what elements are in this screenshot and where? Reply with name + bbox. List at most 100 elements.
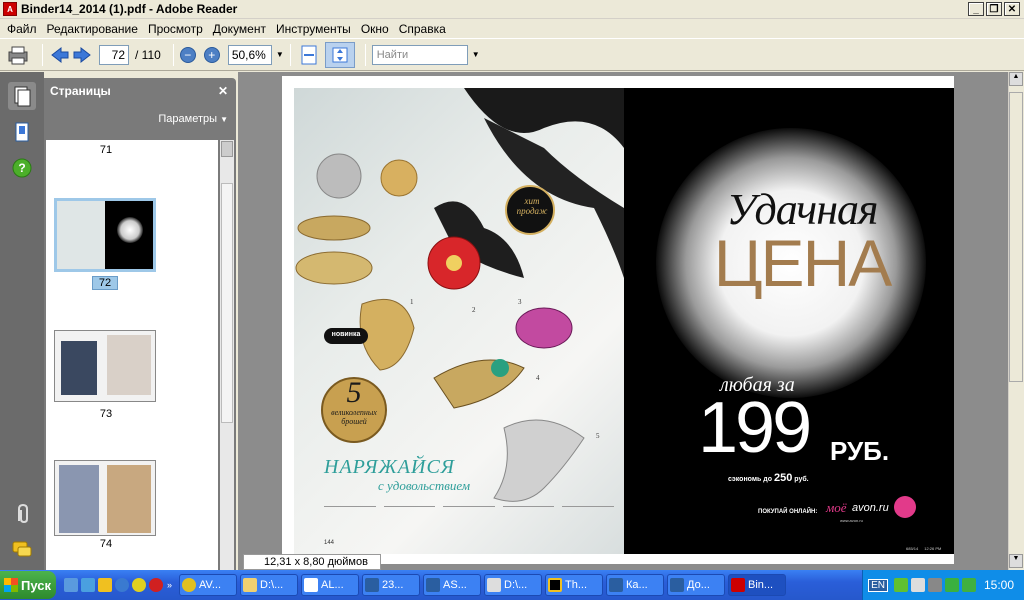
menu-edit[interactable]: Редактирование <box>42 22 143 36</box>
tray-icon[interactable] <box>893 578 908 592</box>
footer-time: 12:26 PM <box>924 546 942 551</box>
savings-value: 250 <box>773 472 793 484</box>
menu-help[interactable]: Справка <box>394 22 451 36</box>
start-label: Пуск <box>21 577 51 593</box>
subline: с удовольствием <box>378 478 471 493</box>
find-input[interactable]: Найти <box>371 44 468 65</box>
help-button[interactable]: ? <box>8 154 36 182</box>
menu-view[interactable]: Просмотр <box>143 22 208 36</box>
document-view[interactable]: 1 2 3 4 5 хит продаж новинка 5 великолеп… <box>238 72 1008 570</box>
folder-icon <box>243 578 258 592</box>
thumbnail-scrollbar[interactable] <box>220 140 234 570</box>
scroll-down-icon[interactable]: ▼ <box>1009 554 1023 568</box>
tray-icon[interactable] <box>944 578 959 592</box>
task-button[interactable]: 23... <box>362 574 421 596</box>
start-button[interactable]: Пуск <box>0 571 56 599</box>
task-label: До... <box>687 579 710 591</box>
thumbnail-page-73[interactable] <box>54 330 156 402</box>
window-title: Binder14_2014 (1).pdf - Adobe Reader <box>21 2 238 16</box>
menu-tools[interactable]: Инструменты <box>271 22 356 36</box>
system-tray: EN 15:00 <box>862 570 1024 600</box>
adobe-reader-icon: A <box>3 2 17 16</box>
close-button[interactable]: ✕ <box>1004 2 1020 16</box>
comment-icon <box>12 541 32 557</box>
zoom-out-button[interactable]: − <box>179 46 196 63</box>
thumbnail-label: 74 <box>99 538 113 550</box>
previous-page-button[interactable] <box>49 44 71 66</box>
attachments-button[interactable] <box>8 500 36 528</box>
thumbnail-page-74[interactable] <box>54 460 156 536</box>
safe-remove-icon[interactable] <box>961 578 976 592</box>
task-label: 23... <box>382 579 404 591</box>
word-icon <box>365 578 380 592</box>
word-icon <box>670 578 685 592</box>
task-button[interactable]: D:\... <box>484 574 543 596</box>
pages-icon <box>14 86 31 107</box>
quicklaunch-icon[interactable] <box>115 578 129 592</box>
minimize-button[interactable]: _ <box>968 2 984 16</box>
fit-width-button[interactable] <box>297 42 321 68</box>
quicklaunch-icon[interactable] <box>98 578 112 592</box>
quicklaunch-icon[interactable] <box>64 578 78 592</box>
zoom-level-input[interactable]: 50,6% <box>227 44 272 65</box>
task-button[interactable]: Th... <box>545 574 604 596</box>
task-button[interactable]: AV... <box>179 574 238 596</box>
restore-button[interactable]: ❐ <box>986 2 1002 16</box>
quicklaunch-icon[interactable] <box>149 578 163 592</box>
thumbnail-list: 71 72 73 74 <box>46 140 218 570</box>
task-button[interactable]: AL... <box>301 574 360 596</box>
item-number: 5 <box>596 432 600 440</box>
app-icon <box>548 578 563 592</box>
item-number: 1 <box>410 298 414 306</box>
quicklaunch-icon[interactable] <box>81 578 95 592</box>
task-button[interactable]: До... <box>667 574 726 596</box>
options-menu[interactable]: Параметры <box>158 113 217 125</box>
task-button[interactable]: D:\... <box>240 574 299 596</box>
language-indicator[interactable]: EN <box>868 578 888 592</box>
title-bar: A Binder14_2014 (1).pdf - Adobe Reader _… <box>0 0 1024 19</box>
count-text: великолепных брошей <box>331 408 377 426</box>
options-dropdown-icon[interactable]: ▼ <box>220 115 228 124</box>
task-button[interactable]: AS... <box>423 574 482 596</box>
fit-window-button[interactable] <box>324 41 355 68</box>
hit-badge: хит продаж <box>516 196 548 216</box>
find-dropdown-icon[interactable]: ▼ <box>472 50 480 59</box>
quicklaunch-icon[interactable] <box>132 578 146 592</box>
thumbnail-label: 73 <box>99 408 113 420</box>
thumbnail-page-72[interactable] <box>54 198 156 272</box>
pages-panel-button[interactable] <box>8 82 36 110</box>
task-label: Bin... <box>748 579 774 591</box>
print-button[interactable] <box>4 42 32 68</box>
page-total: / 110 <box>135 47 161 62</box>
network-icon[interactable] <box>927 578 942 592</box>
scroll-thumb[interactable] <box>1009 92 1023 382</box>
page-size-status: 12,31 x 8,80 дюймов <box>243 554 381 570</box>
expand-icon <box>332 47 348 62</box>
toolbar: 72 / 110 − + 50,6% ▼ Найти ▼ <box>0 38 1024 71</box>
mail-icon[interactable] <box>910 578 925 592</box>
menu-window[interactable]: Окно <box>356 22 394 36</box>
page-number-input[interactable]: 72 <box>99 44 129 65</box>
menu-bar: Файл Редактирование Просмотр Документ Ин… <box>0 19 1024 38</box>
item-number: 3 <box>518 298 522 306</box>
bookmarks-button[interactable] <box>8 118 36 146</box>
menu-document[interactable]: Документ <box>208 22 271 36</box>
menu-file[interactable]: Файл <box>2 22 42 36</box>
task-button-active[interactable]: Bin... <box>728 574 787 596</box>
next-page-button[interactable] <box>71 44 93 66</box>
scroll-up-icon[interactable]: ▲ <box>1009 72 1023 86</box>
zoom-in-button[interactable]: + <box>203 46 220 63</box>
price-value: 199 <box>698 388 812 468</box>
comments-button[interactable] <box>8 536 36 564</box>
arrow-down-icon <box>73 46 91 63</box>
task-label: AS... <box>443 579 467 591</box>
chevron-right-icon[interactable]: » <box>167 580 172 590</box>
chevron-down-icon[interactable]: ▼ <box>276 50 284 59</box>
document-scrollbar[interactable]: ▲ ▼ <box>1008 72 1024 570</box>
site-url: www.avon.ru <box>840 518 863 523</box>
title-big: ЦЕНА <box>713 226 893 300</box>
task-button[interactable]: Ка... <box>606 574 665 596</box>
panel-close-icon[interactable]: ✕ <box>218 84 228 98</box>
price-currency: РУБ. <box>830 436 890 466</box>
windows-logo-icon <box>4 578 18 592</box>
